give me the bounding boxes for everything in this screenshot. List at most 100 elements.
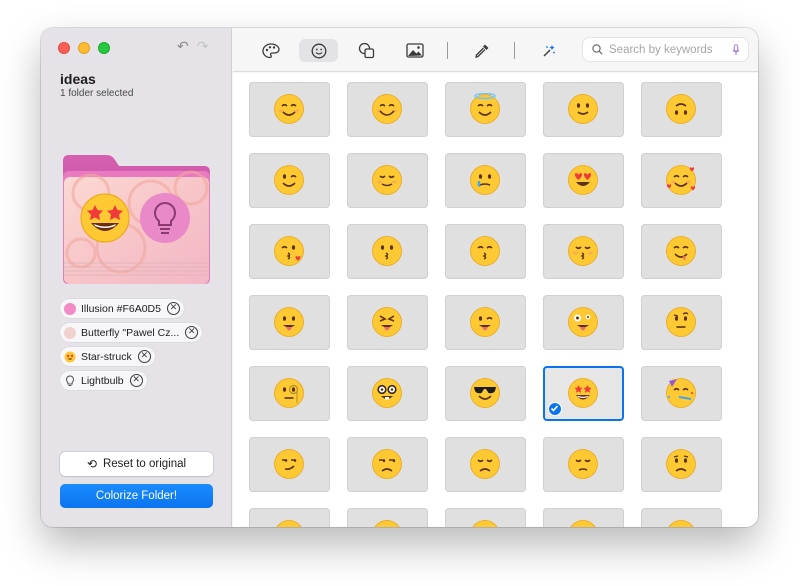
app-window: ↶ ↷ ideas 1 folder selected Illusion #F6… — [41, 28, 758, 527]
redo-icon[interactable]: ↷ — [197, 39, 209, 55]
grinning-face-emoji-icon — [371, 519, 403, 527]
emoji-cell-pensive-face[interactable] — [543, 437, 624, 492]
emoji-cell-face-blowing-a-kiss[interactable] — [249, 224, 330, 279]
slightly-smiling-face-emoji-icon — [567, 93, 599, 130]
shapes-tab[interactable] — [347, 39, 386, 62]
emoji-cell-grinning-face[interactable] — [445, 508, 526, 527]
emoji-cell-face-with-tongue[interactable] — [249, 295, 330, 350]
toolbar: Search by keywords — [233, 28, 758, 72]
emoji-cell-partying-face[interactable] — [641, 366, 722, 421]
emoji-cell-grinning-face[interactable] — [249, 508, 330, 527]
smiling-face-with-halo-emoji-icon — [469, 92, 501, 130]
squinting-face-with-tongue-emoji-icon — [371, 306, 403, 343]
emoji-cell-kissing-face-with-smiling-eyes[interactable] — [445, 224, 526, 279]
emoji-cell-unamused-face[interactable] — [347, 437, 428, 492]
pattern-swatch-icon — [64, 326, 76, 339]
style-chip-emoji[interactable]: Star-struck ✕ — [60, 347, 155, 366]
kissing-face-emoji-icon — [371, 235, 403, 272]
sidebar: ↶ ↷ ideas 1 folder selected Illusion #F6… — [41, 28, 232, 527]
emoji-cell-smiling-face-with-smiling-eyes[interactable] — [347, 82, 428, 137]
dictation-icon[interactable] — [732, 43, 740, 56]
remove-chip-icon[interactable]: ✕ — [129, 374, 143, 387]
nerd-face-emoji-icon — [371, 377, 403, 414]
zany-face-emoji-icon — [567, 306, 599, 343]
search-field[interactable]: Search by keywords — [583, 38, 748, 61]
emoji-cell-slightly-smiling-face[interactable] — [543, 82, 624, 137]
emoji-cell-winking-face-with-tongue[interactable] — [445, 295, 526, 350]
emoji-cell-worried-face[interactable] — [641, 437, 722, 492]
emoji-cell-face-savoring-food[interactable] — [641, 224, 722, 279]
emoji-cell-zany-face[interactable] — [543, 295, 624, 350]
emoji-cell-smiling-face-with-halo[interactable] — [445, 82, 526, 137]
toolbar-divider — [514, 42, 515, 59]
upside-down-face-emoji-icon — [665, 93, 697, 130]
partying-face-emoji-icon — [665, 377, 697, 414]
folder-preview-image — [63, 155, 210, 284]
emoji-cell-grinning-face[interactable] — [543, 508, 624, 527]
emoji-cell-relieved-face[interactable] — [347, 153, 428, 208]
undo-icon[interactable]: ↶ — [177, 39, 189, 55]
lightbulb-icon — [66, 374, 74, 386]
emoji-cell-grinning-face[interactable] — [347, 508, 428, 527]
emoji-cell-squinting-face-with-tongue[interactable] — [347, 295, 428, 350]
style-chip-pattern[interactable]: Butterfly "Pawel Cz... ✕ — [60, 323, 203, 342]
smiling-face-emoji-icon — [273, 93, 305, 130]
face-with-tongue-emoji-icon — [273, 306, 305, 343]
close-button[interactable] — [58, 42, 70, 54]
kissing-face-with-smiling-eyes-emoji-icon — [469, 235, 501, 272]
grinning-face-emoji-icon — [665, 519, 697, 527]
colorize-folder-button[interactable]: Colorize Folder! — [60, 484, 213, 508]
colorize-label: Colorize Folder! — [95, 490, 178, 502]
minimize-button[interactable] — [78, 42, 90, 54]
emoji-cell-smiling-face-with-hearts[interactable] — [641, 153, 722, 208]
smirking-face-emoji-icon — [273, 448, 305, 485]
emoji-cell-star-struck[interactable] — [543, 366, 624, 421]
star-struck-emoji-icon — [64, 351, 76, 362]
chip-label: Star-struck — [81, 350, 132, 363]
remove-chip-icon[interactable]: ✕ — [166, 302, 180, 315]
face-savoring-food-emoji-icon — [665, 235, 697, 272]
eyedropper-tab[interactable] — [462, 39, 501, 62]
emoji-grid-area[interactable] — [233, 73, 758, 527]
emoji-cell-kissing-face[interactable] — [347, 224, 428, 279]
pensive-face-emoji-icon — [567, 448, 599, 485]
remove-chip-icon[interactable]: ✕ — [185, 326, 199, 339]
emoji-cell-face-with-raised-eyebrow[interactable] — [641, 295, 722, 350]
chip-label: Illusion #F6A0D5 — [81, 302, 161, 315]
emoji-tab[interactable] — [299, 39, 338, 62]
sparkle-icon — [543, 44, 555, 56]
emoji-cell-smiling-face[interactable] — [249, 82, 330, 137]
palette-tab[interactable] — [251, 39, 290, 62]
emoji-cell-disappointed-face[interactable] — [445, 437, 526, 492]
sparkle-tab[interactable] — [529, 39, 568, 62]
emoji-cell-face-with-monocle[interactable] — [249, 366, 330, 421]
emoji-cell-face-holding-back-tears[interactable] — [445, 153, 526, 208]
smiling-face-with-smiling-eyes-emoji-icon — [371, 93, 403, 130]
emoji-cell-grinning-face[interactable] — [641, 508, 722, 527]
emoji-cell-upside-down-face[interactable] — [641, 82, 722, 137]
style-chip-symbol[interactable]: Lightbulb ✕ — [60, 371, 147, 390]
emoji-cell-smirking-face[interactable] — [249, 437, 330, 492]
undo-redo: ↶ ↷ — [177, 39, 208, 55]
image-tab[interactable] — [395, 39, 434, 62]
emoji-cell-smiling-face-with-sunglasses[interactable] — [445, 366, 526, 421]
remove-chip-icon[interactable]: ✕ — [137, 350, 151, 363]
relieved-face-emoji-icon — [371, 164, 403, 201]
smiling-face-with-heart-eyes-emoji-icon — [567, 164, 599, 201]
star-struck-emoji-icon — [567, 377, 599, 414]
emoji-cell-kissing-face-with-closed-eyes[interactable] — [543, 224, 624, 279]
reset-icon: ⟲ — [86, 457, 97, 471]
style-chip-color[interactable]: Illusion #F6A0D5 ✕ — [60, 299, 184, 318]
window-controls — [58, 42, 110, 54]
face-holding-back-tears-emoji-icon — [469, 164, 501, 201]
zoom-button[interactable] — [98, 42, 110, 54]
search-placeholder: Search by keywords — [609, 43, 713, 56]
emoji-cell-smiling-face-with-heart-eyes[interactable] — [543, 153, 624, 208]
emoji-cell-winking-face[interactable] — [249, 153, 330, 208]
emoji-cell-nerd-face[interactable] — [347, 366, 428, 421]
toolbar-divider — [447, 42, 448, 59]
checkmark-icon — [548, 402, 562, 416]
grinning-face-emoji-icon — [273, 519, 305, 527]
reset-to-original-button[interactable]: ⟲ Reset to original — [60, 452, 213, 476]
grinning-face-emoji-icon — [567, 519, 599, 527]
